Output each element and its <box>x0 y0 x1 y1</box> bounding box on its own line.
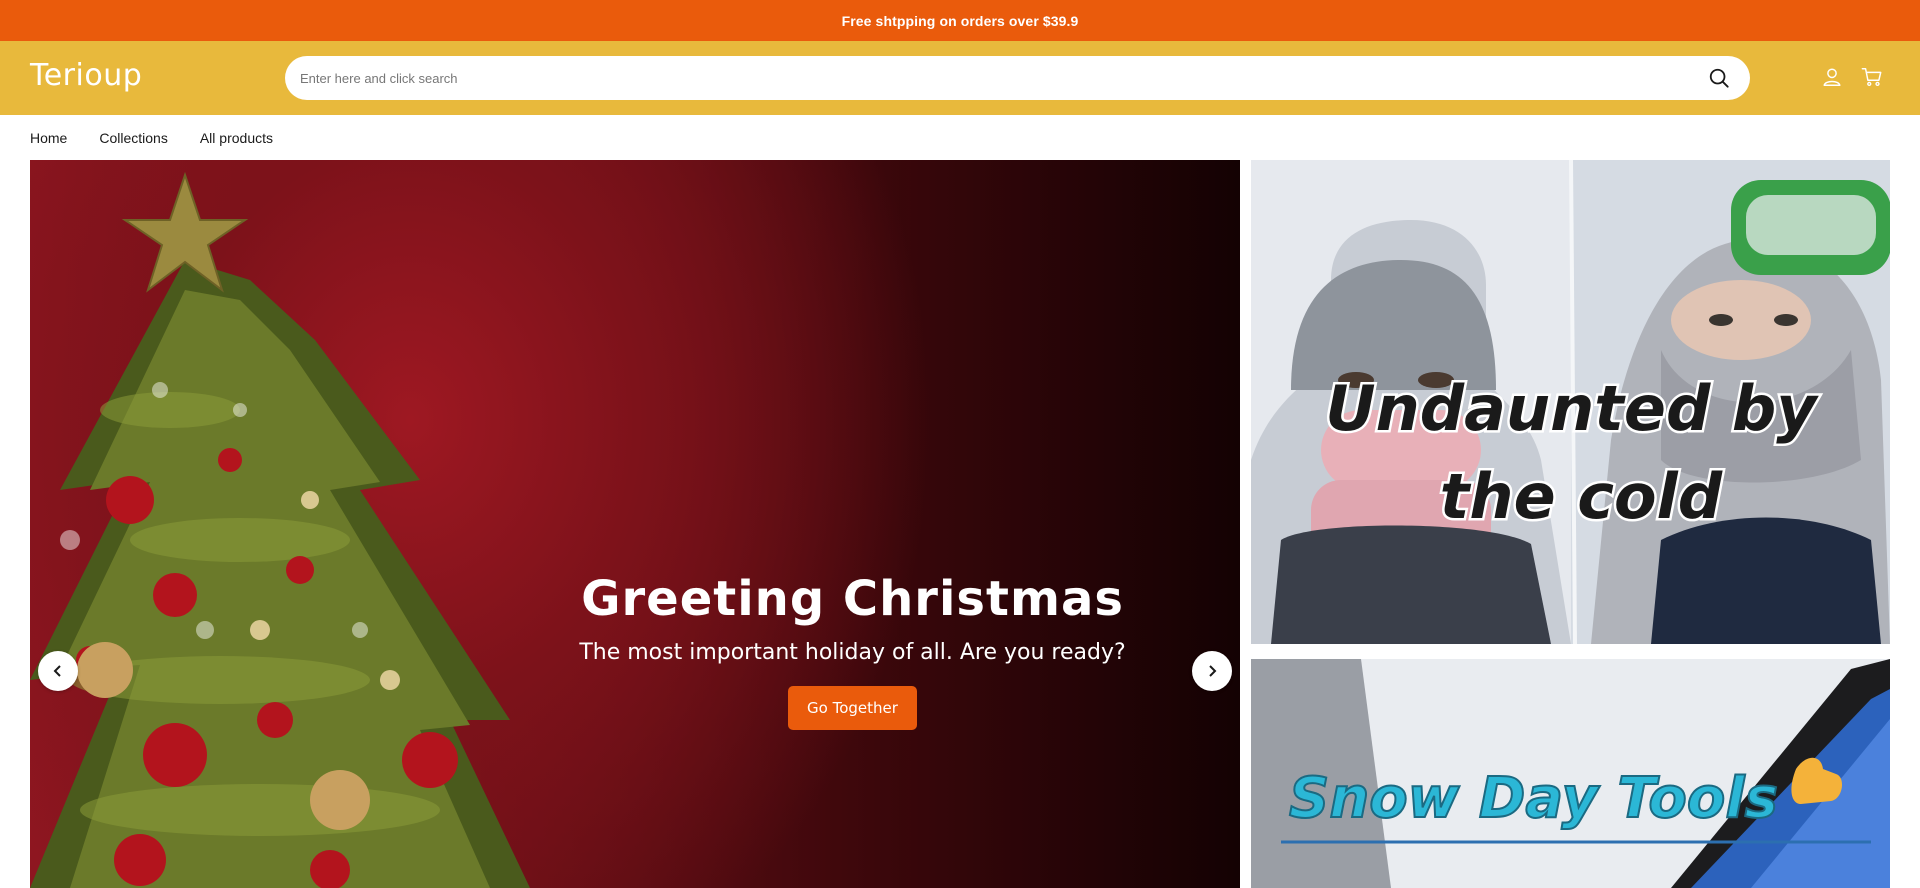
site-header: Terioup <box>0 41 1920 115</box>
banner-cold-line1: Undaunted by <box>1325 372 1819 445</box>
promo-banner-cold[interactable]: Undaunted by the cold <box>1251 160 1890 644</box>
search-input[interactable] <box>300 70 1705 86</box>
go-together-button[interactable]: Go Together <box>788 685 917 730</box>
hero-subtitle: The most important holiday of all. Are y… <box>579 639 1126 665</box>
slideshow-prev-button[interactable] <box>38 651 78 691</box>
search-bar <box>285 56 1750 100</box>
cart-icon <box>1861 68 1882 87</box>
banner-snow-tools-text: Snow Day Tools <box>1289 766 1778 831</box>
announcement-text: Free shtpping on orders over $39.9 <box>841 12 1079 29</box>
search-button[interactable] <box>1705 64 1733 92</box>
snow-tools-image: Snow Day Tools <box>1251 659 1890 888</box>
site-logo[interactable]: Terioup <box>30 58 142 93</box>
search-icon <box>1709 68 1729 88</box>
promo-banner-snow-tools[interactable]: Snow Day Tools <box>1251 659 1890 888</box>
cart-button[interactable] <box>1860 65 1884 89</box>
chevron-left-icon <box>53 665 61 677</box>
hero-slideshow: Greeting Christmas The most important ho… <box>30 160 1240 888</box>
nav-item-home[interactable]: Home <box>30 130 67 146</box>
chevron-right-icon <box>1209 665 1217 677</box>
account-icon <box>1823 68 1841 86</box>
slideshow-next-button[interactable] <box>1192 651 1232 691</box>
announcement-bar: Free shtpping on orders over $39.9 <box>0 0 1920 41</box>
account-button[interactable] <box>1820 65 1844 89</box>
nav-item-collections[interactable]: Collections <box>99 130 167 146</box>
christmas-tree-image <box>30 171 530 888</box>
main-nav: Home Collections All products <box>0 115 1920 160</box>
hero-caption: Greeting Christmas The most important ho… <box>570 573 1135 730</box>
winter-people-image: Undaunted by the cold <box>1251 160 1890 644</box>
main-content: Greeting Christmas The most important ho… <box>0 160 1920 888</box>
banner-cold-line2: the cold <box>1440 460 1723 533</box>
nav-item-all-products[interactable]: All products <box>200 130 273 146</box>
hero-title: Greeting Christmas <box>581 571 1124 627</box>
